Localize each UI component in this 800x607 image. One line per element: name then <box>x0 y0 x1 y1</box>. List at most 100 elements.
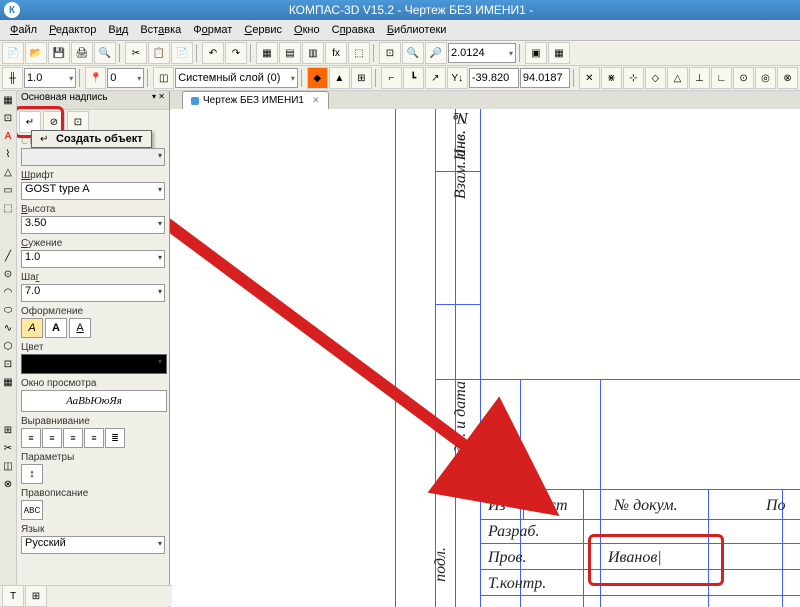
drawing-area[interactable]: Инв. № Взам. инв. № Подп. и дата подл. И… <box>170 109 800 607</box>
menu-service[interactable]: Сервис <box>238 22 288 38</box>
tool-icon[interactable]: A <box>1 131 15 145</box>
list-label: Лист <box>530 497 568 515</box>
menu-window[interactable]: Окно <box>288 22 326 38</box>
step-combo[interactable]: 7.0 <box>21 284 165 302</box>
snap-icon[interactable]: ⊙ <box>733 67 754 89</box>
tb-icon[interactable]: ↗ <box>425 67 446 89</box>
height-combo[interactable]: 3.50 <box>21 216 165 234</box>
tb-icon[interactable]: ▣ <box>525 42 547 64</box>
params-button[interactable]: ↕ <box>21 464 43 484</box>
tool-icon[interactable]: ✂ <box>1 443 15 457</box>
zoom-in-icon[interactable]: 🔍 <box>402 42 424 64</box>
tb-icon[interactable]: ┗ <box>403 67 424 89</box>
snap-icon[interactable]: ⊗ <box>777 67 798 89</box>
style-combo[interactable] <box>21 148 165 166</box>
color-picker[interactable] <box>21 354 167 374</box>
tool-icon[interactable]: ⊡ <box>1 113 15 127</box>
bt-icon[interactable]: ⊞ <box>25 585 47 607</box>
lang-combo[interactable]: Русский <box>21 536 165 554</box>
align-right[interactable]: ≡ <box>63 428 83 448</box>
snap-icon[interactable]: ⋇ <box>601 67 622 89</box>
underline-button[interactable]: A <box>69 318 91 338</box>
tool-icon[interactable]: ⬚ <box>1 203 15 217</box>
tool-icon[interactable]: ⊞ <box>1 425 15 439</box>
layers-icon[interactable]: ◫ <box>153 67 174 89</box>
new-icon[interactable]: 📄 <box>2 42 24 64</box>
menu-lib[interactable]: Библиотеки <box>381 22 453 38</box>
tb-icon[interactable]: Y↓ <box>447 67 468 89</box>
font-label: Шрифт <box>21 170 165 181</box>
fx-icon[interactable]: fx <box>325 42 347 64</box>
zoom-combo[interactable]: 2.0124 <box>448 43 516 63</box>
coord-y[interactable] <box>520 68 570 88</box>
ctx-create-object[interactable]: ↵Создать объект <box>32 131 151 147</box>
copy-icon[interactable]: 📋 <box>148 42 170 64</box>
tool-icon[interactable]: ◫ <box>1 461 15 475</box>
zoom-out-icon[interactable]: 🔎 <box>425 42 447 64</box>
tool-icon[interactable]: ∿ <box>1 323 15 337</box>
narrow-combo[interactable]: 1.0 <box>21 250 165 268</box>
tb-icon[interactable]: ╫ <box>2 67 23 89</box>
cut-icon[interactable]: ✂ <box>125 42 147 64</box>
anchor-icon[interactable]: 📍 <box>85 67 106 89</box>
print-icon[interactable]: 🖨 <box>71 42 93 64</box>
open-icon[interactable]: 📂 <box>25 42 47 64</box>
tool-icon[interactable]: ▦ <box>1 377 15 391</box>
tool-icon[interactable]: △ <box>1 167 15 181</box>
tool-icon[interactable]: ╱ <box>1 251 15 265</box>
tb-icon[interactable]: ▦ <box>548 42 570 64</box>
menu-format[interactable]: Формат <box>187 22 238 38</box>
menu-file[interactable]: Файл <box>4 22 43 38</box>
align-left[interactable]: ≡ <box>21 428 41 448</box>
snap-icon[interactable]: ◎ <box>755 67 776 89</box>
tool-icon[interactable]: ⬭ <box>1 305 15 319</box>
save-icon[interactable]: 💾 <box>48 42 70 64</box>
align-btn[interactable]: ≣ <box>105 428 125 448</box>
menu-view[interactable]: Вид <box>102 22 134 38</box>
color-icon[interactable]: ◆ <box>307 67 328 89</box>
tool-icon[interactable]: ⌇ <box>1 149 15 163</box>
snap-icon[interactable]: ⊥ <box>689 67 710 89</box>
close-tab-icon[interactable]: ✕ <box>312 95 320 106</box>
tb-icon[interactable]: ⌐ <box>381 67 402 89</box>
align-justify[interactable]: ≡ <box>84 428 104 448</box>
canvas[interactable]: Чертеж БЕЗ ИМЕНИ1 ✕ Инв. № Вз <box>170 91 800 607</box>
var-icon[interactable]: ⬚ <box>348 42 370 64</box>
layer-combo[interactable]: Системный слой (0) <box>175 68 298 88</box>
tool-icon[interactable]: ⊡ <box>1 359 15 373</box>
tool-icon[interactable]: ◠ <box>1 287 15 301</box>
tb-icon[interactable]: ⊞ <box>351 67 372 89</box>
tb-icon[interactable]: ▤ <box>279 42 301 64</box>
snap-icon[interactable]: ⊹ <box>623 67 644 89</box>
coord-x[interactable] <box>469 68 519 88</box>
tb-icon[interactable]: ▦ <box>256 42 278 64</box>
menu-help[interactable]: Справка <box>326 22 381 38</box>
bold-button[interactable]: A <box>45 318 67 338</box>
tool-icon[interactable]: ⊙ <box>1 269 15 283</box>
tool-icon[interactable]: ▦ <box>1 95 15 109</box>
document-tab[interactable]: Чертеж БЕЗ ИМЕНИ1 ✕ <box>182 91 329 109</box>
font-combo[interactable]: GOST type A <box>21 182 165 200</box>
italic-button[interactable]: A <box>21 318 43 338</box>
tool-icon[interactable]: ⬡ <box>1 341 15 355</box>
menu-insert[interactable]: Вставка <box>134 22 187 38</box>
align-center[interactable]: ≡ <box>42 428 62 448</box>
snap-icon[interactable]: ✕ <box>579 67 600 89</box>
zoom-fit-icon[interactable]: ⊡ <box>379 42 401 64</box>
redo-icon[interactable]: ↷ <box>225 42 247 64</box>
lineweight-combo[interactable]: 1.0 <box>24 68 76 88</box>
snap-icon[interactable]: △ <box>667 67 688 89</box>
tool-icon[interactable]: ▭ <box>1 185 15 199</box>
undo-icon[interactable]: ↶ <box>202 42 224 64</box>
preview-icon[interactable]: 🔍 <box>94 42 116 64</box>
tb-icon[interactable]: ▥ <box>302 42 324 64</box>
step-combo[interactable]: 0 <box>107 68 144 88</box>
snap-icon[interactable]: ◇ <box>645 67 666 89</box>
paste-icon[interactable]: 📄 <box>171 42 193 64</box>
bt-icon[interactable]: T <box>2 585 24 607</box>
tb-icon[interactable]: ▲ <box>329 67 350 89</box>
snap-icon[interactable]: ∟ <box>711 67 732 89</box>
spell-button[interactable]: ABC <box>21 500 43 520</box>
tool-icon[interactable]: ⊗ <box>1 479 15 493</box>
menu-edit[interactable]: Редактор <box>43 22 102 38</box>
